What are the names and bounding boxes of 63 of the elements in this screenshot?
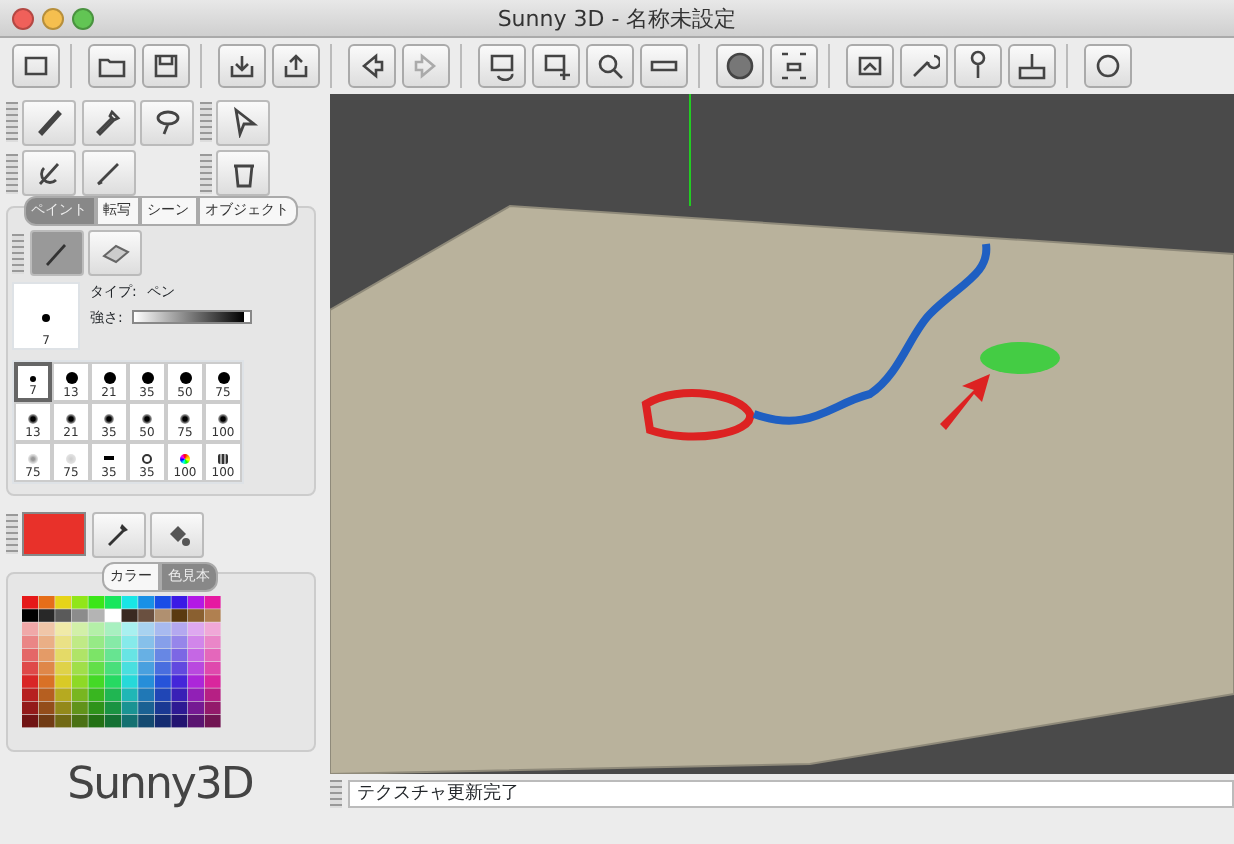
- wrench-button[interactable]: [900, 44, 948, 88]
- logo-text: Sunny3D: [65, 762, 255, 810]
- terrain-map-viewport[interactable]: [330, 94, 1234, 774]
- color-swatch-grid-drawing[interactable]: [22, 596, 222, 728]
- import-icon: [226, 50, 258, 82]
- save-icon: [150, 50, 182, 82]
- tool-grip[interactable]: [199, 153, 211, 193]
- strength-slider[interactable]: [132, 310, 253, 325]
- power-icon: [1092, 50, 1124, 82]
- panel-grip[interactable]: [5, 514, 17, 554]
- eyedropper-icon: [104, 520, 132, 548]
- eraser-icon: [99, 241, 131, 265]
- trash-tool-button[interactable]: [216, 150, 270, 196]
- tool-grip[interactable]: [5, 102, 17, 142]
- status-grip: [330, 779, 342, 807]
- status-message-field: テクスチャ更新完了: [347, 779, 1234, 807]
- selection-icon: [778, 50, 810, 82]
- import-button[interactable]: [218, 44, 266, 88]
- eyedropper-tool-button[interactable]: [81, 99, 135, 145]
- tray-icon: [1016, 50, 1048, 82]
- search-button[interactable]: [586, 44, 634, 88]
- lasso-icon: [151, 106, 183, 138]
- brush-tool-button[interactable]: [81, 150, 135, 196]
- eyedropper-button[interactable]: [91, 511, 145, 557]
- folder-button[interactable]: [88, 44, 136, 88]
- zoom-button[interactable]: [72, 8, 94, 30]
- pencil-tool-button[interactable]: [22, 99, 76, 145]
- power-button[interactable]: [1084, 44, 1132, 88]
- tool-grip[interactable]: [199, 102, 211, 142]
- window-button[interactable]: [12, 44, 60, 88]
- tool-grip[interactable]: [5, 153, 17, 193]
- eraser-button[interactable]: [88, 230, 142, 276]
- sphere-button[interactable]: [716, 44, 764, 88]
- rotate-view-button[interactable]: [478, 44, 526, 88]
- highlighted-area-drawing: [980, 342, 1060, 374]
- window-title: Sunny 3D - 名称未設定: [497, 6, 737, 32]
- smudge-tool-button[interactable]: [22, 150, 76, 196]
- export-icon: [280, 50, 312, 82]
- add-view-button[interactable]: [532, 44, 580, 88]
- save-button[interactable]: [142, 44, 190, 88]
- eyedropper-icon: [92, 106, 124, 138]
- brush-icon: [92, 157, 124, 189]
- pen-tool-button[interactable]: [29, 230, 83, 276]
- lasso-tool-button[interactable]: [140, 99, 194, 145]
- circled-area-outline: [642, 389, 754, 441]
- arrow-drawing: [940, 374, 990, 430]
- tray-button[interactable]: [1008, 44, 1056, 88]
- pointer-tool-button[interactable]: [216, 99, 270, 145]
- add-view-icon: [540, 50, 572, 82]
- current-color-swatch[interactable]: [22, 512, 86, 556]
- ruler-button[interactable]: [640, 44, 688, 88]
- back-arrow-button[interactable]: [348, 44, 396, 88]
- axis-line: [689, 94, 691, 207]
- export-button[interactable]: [272, 44, 320, 88]
- search-icon: [594, 50, 626, 82]
- panel-grip[interactable]: [12, 233, 24, 273]
- close-button[interactable]: [12, 8, 34, 30]
- rotate-view-icon: [486, 50, 518, 82]
- key-button[interactable]: [954, 44, 1002, 88]
- selection-button[interactable]: [770, 44, 818, 88]
- pencil-icon: [33, 106, 65, 138]
- paint-bucket-button[interactable]: [150, 511, 204, 557]
- picture-button[interactable]: [846, 44, 894, 88]
